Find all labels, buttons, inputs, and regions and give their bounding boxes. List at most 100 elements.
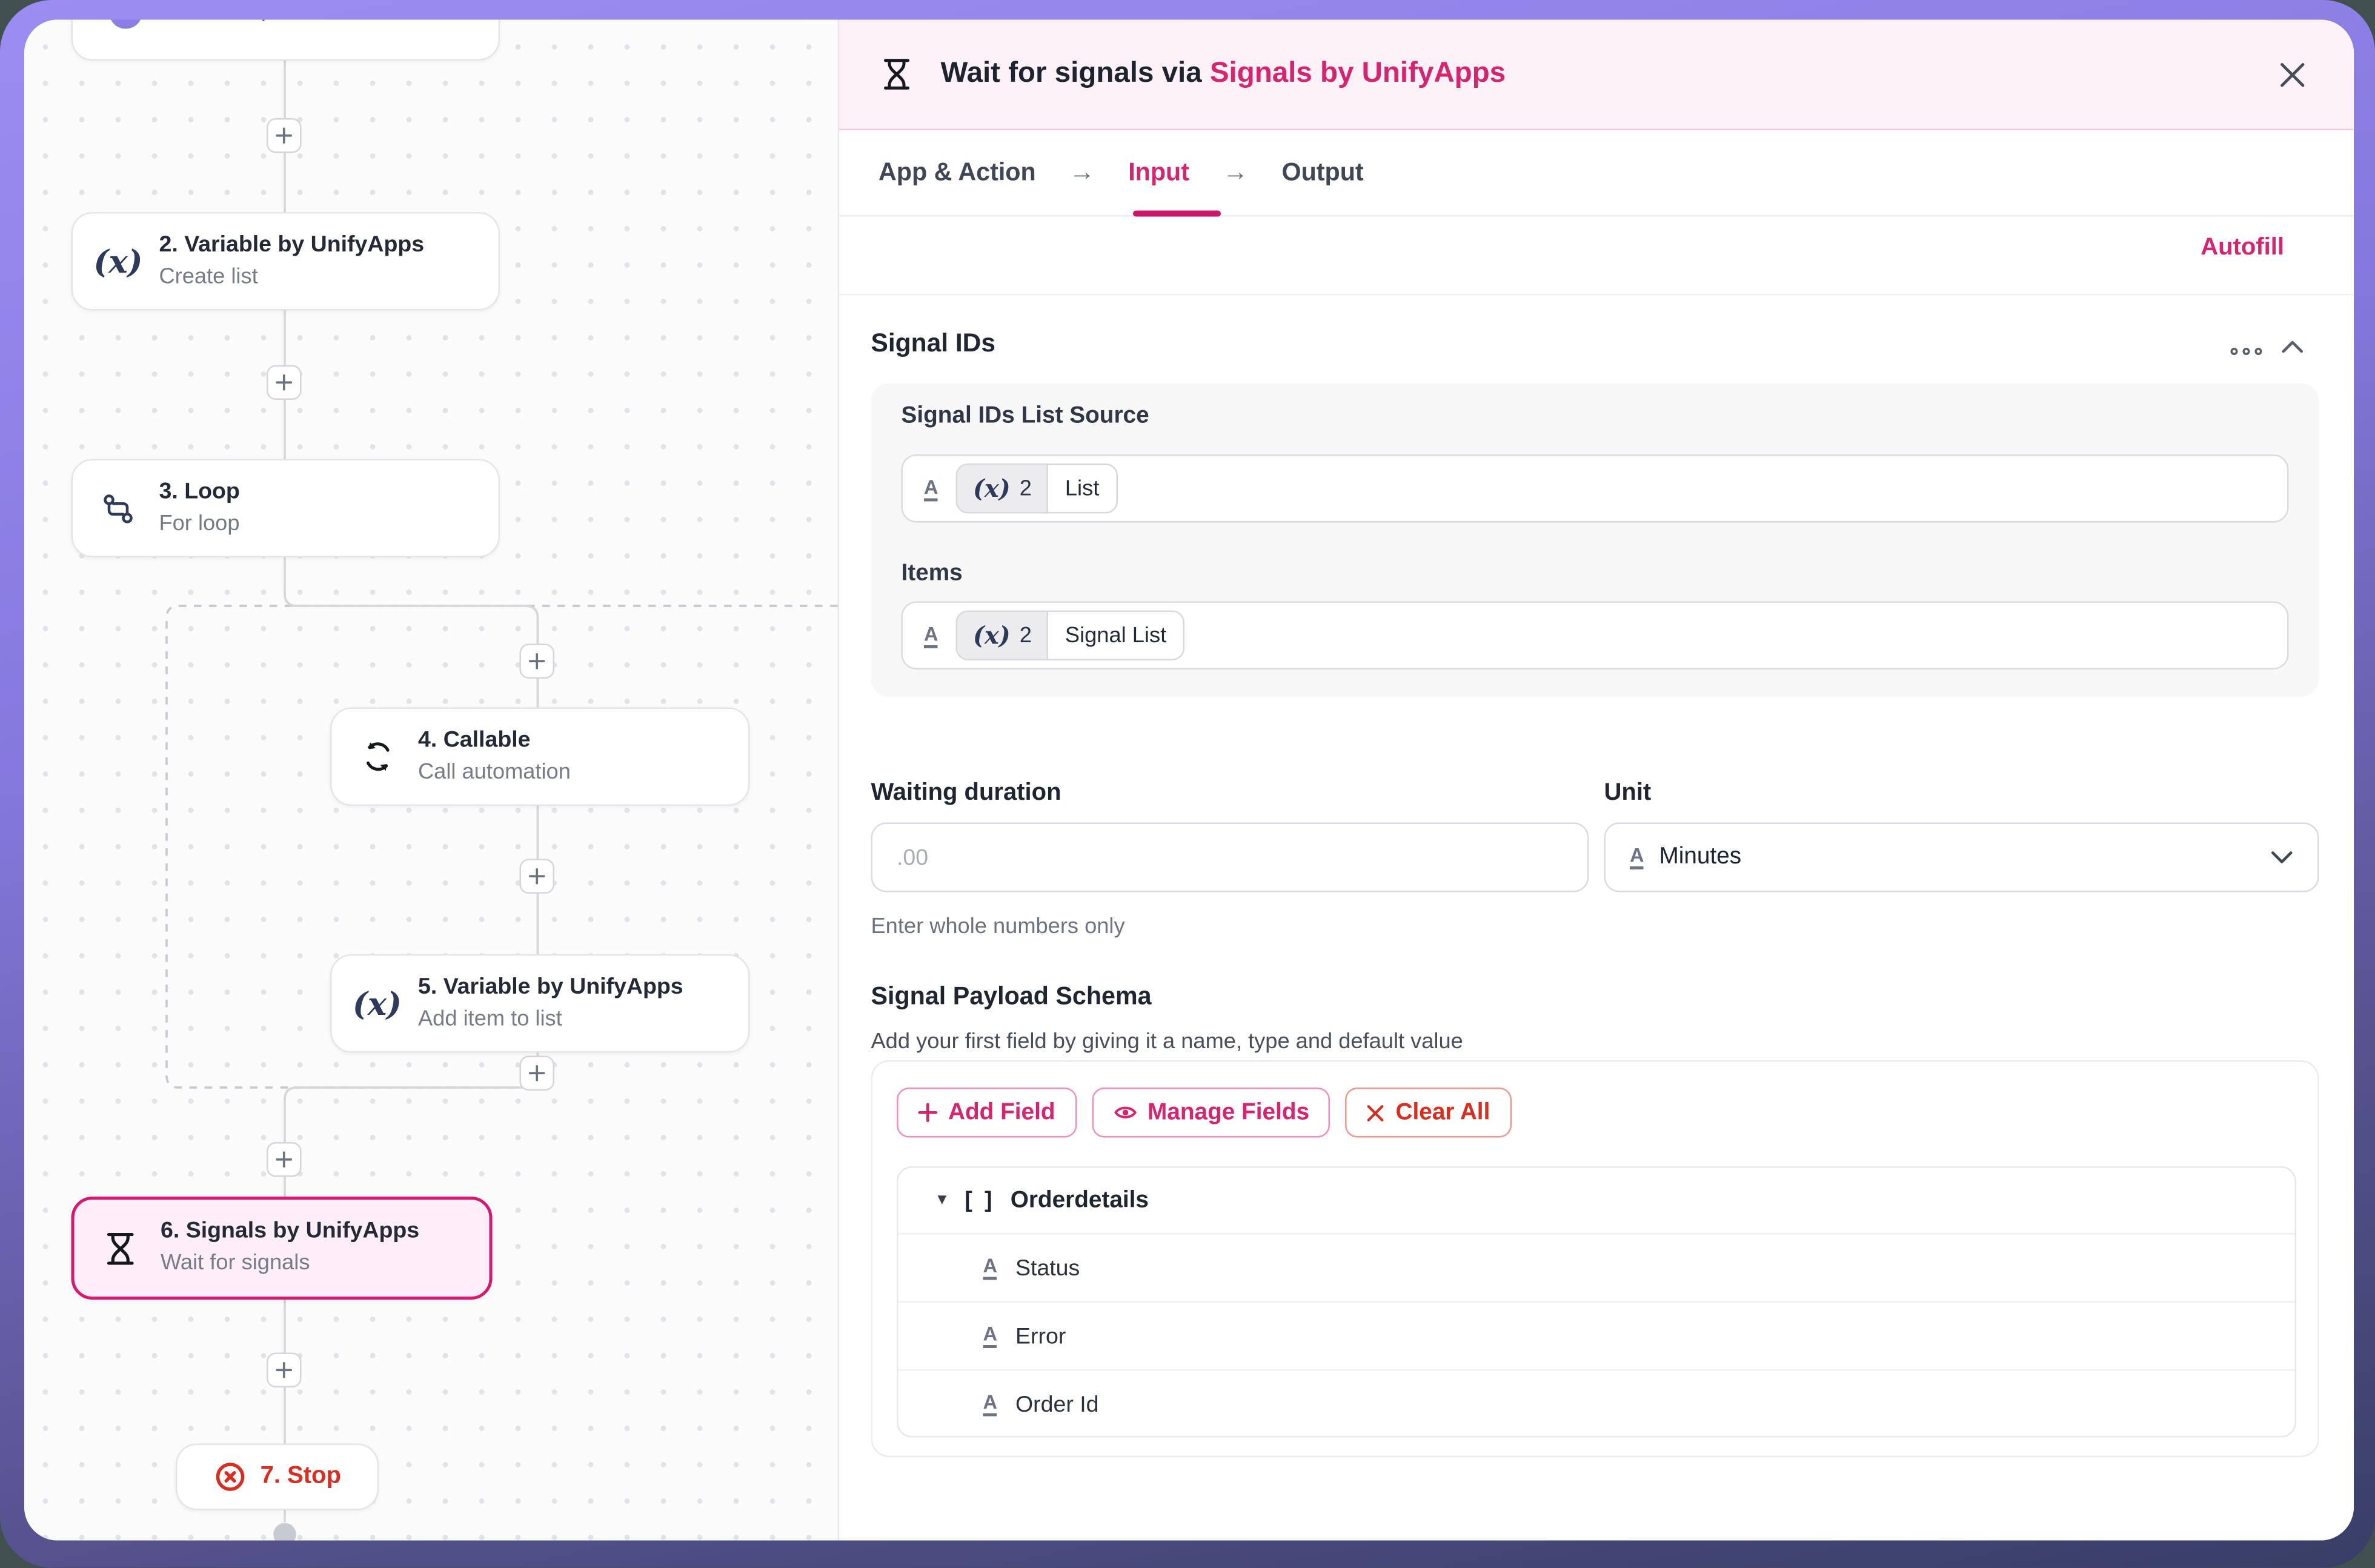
hourglass-icon	[879, 56, 915, 93]
node-title: 7. Stop	[261, 1462, 341, 1492]
add-step-button[interactable]	[520, 859, 555, 894]
tab-app-action[interactable]: App & Action	[879, 158, 1036, 187]
node-variable-create-list[interactable]: (x) 2. Variable by UnifyApps Create list	[71, 212, 500, 311]
clear-all-button[interactable]: Clear All	[1346, 1088, 1511, 1138]
node-trigger-new-or-updated-record[interactable]: New or updated record	[71, 20, 500, 61]
stop-icon	[213, 1460, 247, 1493]
more-options-icon[interactable]	[2230, 338, 2263, 365]
tab-input[interactable]: Input	[1128, 158, 1189, 187]
node-subtitle: Wait for signals	[161, 1251, 419, 1277]
hourglass-icon	[99, 1229, 141, 1267]
node-subtitle: Add item to list	[418, 1007, 683, 1033]
add-step-button[interactable]	[520, 644, 555, 679]
tree-root-label: Orderdetails	[1011, 1187, 1149, 1214]
tree-row[interactable]: A Status	[899, 1233, 2295, 1301]
node-signals-wait[interactable]: 6. Signals by UnifyApps Wait for signals	[71, 1197, 493, 1300]
tab-output[interactable]: Output	[1282, 158, 1364, 187]
variable-chip-list[interactable]: (x)2 List	[956, 463, 1117, 514]
variable-chip-signal-list[interactable]: (x) 2 Signal List	[956, 611, 1184, 661]
variable-icon: (x)	[973, 476, 1011, 500]
schema-container: Add Field Manage Fields Clear All	[871, 1060, 2319, 1457]
node-title: 3. Loop	[159, 479, 240, 507]
flow-end-dot	[273, 1523, 296, 1541]
node-subtitle: Create list	[159, 265, 425, 291]
items-field[interactable]: A (x) 2 Signal List	[902, 602, 2289, 670]
variable-icon: (x)	[356, 988, 399, 1020]
unit-label: Unit	[1604, 780, 1652, 808]
tree-row[interactable]: A Error	[899, 1301, 2295, 1370]
panel-header: Wait for signals via Signals by UnifyApp…	[839, 20, 2354, 131]
tree-leaf-label: Error	[1015, 1323, 1066, 1349]
text-type-icon: A	[983, 1324, 997, 1348]
unit-value: Minutes	[1659, 844, 1741, 871]
manage-fields-button[interactable]: Manage Fields	[1092, 1088, 1331, 1138]
panel-body: Autofill Signal IDs Signal IDs List Sour…	[839, 217, 2354, 1541]
text-type-icon: A	[924, 623, 938, 648]
panel-title: Wait for signals via Signals by UnifyApp…	[941, 58, 1506, 91]
schema-toolbar: Add Field Manage Fields Clear All	[897, 1088, 1511, 1138]
panel-tabs: App & Action → Input → Output	[839, 130, 2354, 217]
add-step-button[interactable]	[267, 365, 302, 400]
text-type-icon: A	[983, 1256, 997, 1280]
active-tab-underline	[1133, 211, 1221, 217]
tree-row-root[interactable]: ▼ [ ] Orderdetails	[899, 1168, 2295, 1234]
config-panel: Wait for signals via Signals by UnifyApp…	[838, 20, 2354, 1541]
chevron-down-icon	[2271, 850, 2294, 865]
plus-icon	[529, 1065, 546, 1082]
plus-icon	[529, 653, 546, 670]
node-stop[interactable]: 7. Stop	[176, 1444, 379, 1510]
schema-tree: ▼ [ ] Orderdetails A Status A Error	[897, 1166, 2296, 1438]
close-button[interactable]	[2269, 51, 2314, 97]
autofill-link[interactable]: Autofill	[2201, 235, 2284, 262]
chip-label: Signal List	[1048, 612, 1183, 659]
add-step-button[interactable]	[520, 1056, 555, 1091]
chip-step-number: 2	[1020, 623, 1032, 648]
node-loop[interactable]: 3. Loop For loop	[71, 459, 500, 558]
signal-ids-heading: Signal IDs	[871, 329, 995, 359]
plus-icon	[529, 868, 546, 885]
text-type-icon: A	[983, 1392, 997, 1417]
unit-select[interactable]: A Minutes	[1604, 823, 2319, 892]
schema-heading: Signal Payload Schema	[871, 983, 1152, 1012]
add-field-button[interactable]: Add Field	[897, 1088, 1077, 1138]
x-icon	[1367, 1103, 1385, 1121]
list-source-field[interactable]: A (x)2 List	[902, 454, 2289, 523]
close-icon	[2279, 61, 2305, 87]
plus-icon	[276, 374, 293, 391]
workflow-builder-screen: New or updated record (x) 2. Variable by…	[0, 0, 2375, 1568]
duration-helper-text: Enter whole numbers only	[871, 915, 1125, 939]
add-step-button[interactable]	[267, 1142, 302, 1177]
array-type-icon: [ ]	[965, 1188, 995, 1214]
caret-down-icon[interactable]: ▼	[935, 1192, 950, 1209]
plus-icon	[918, 1103, 938, 1123]
list-source-label: Signal IDs List Source	[902, 403, 1149, 430]
variable-icon: (x)	[973, 623, 1011, 648]
add-step-button[interactable]	[267, 1353, 302, 1388]
tree-leaf-label: Order Id	[1015, 1391, 1099, 1417]
node-title: 4. Callable	[418, 727, 571, 756]
tree-leaf-label: Status	[1015, 1255, 1080, 1281]
plus-icon	[276, 127, 293, 144]
tab-arrow-icon: →	[1223, 158, 1249, 188]
node-callable[interactable]: 4. Callable Call automation	[330, 708, 750, 806]
variable-icon: (x)	[97, 245, 139, 277]
window-content: New or updated record (x) 2. Variable by…	[24, 20, 2354, 1541]
node-subtitle: Call automation	[418, 760, 571, 786]
panel-title-app-name: Signals by UnifyApps	[1210, 58, 1506, 90]
window-frame: New or updated record (x) 2. Variable by…	[0, 0, 2375, 1568]
node-title: 2. Variable by UnifyApps	[159, 231, 425, 260]
workflow-canvas[interactable]: New or updated record (x) 2. Variable by…	[24, 20, 838, 1541]
add-step-button[interactable]	[267, 118, 302, 153]
chip-step-number: 2	[1020, 476, 1032, 500]
chip-step-ref: (x) 2	[958, 612, 1048, 659]
waiting-duration-label: Waiting duration	[871, 780, 1061, 808]
chevron-up-icon[interactable]	[2281, 335, 2304, 362]
tree-row[interactable]: A Order Id	[899, 1369, 2295, 1438]
plus-icon	[276, 1151, 293, 1168]
waiting-duration-input[interactable]	[871, 823, 1589, 892]
divider	[839, 294, 2354, 296]
node-variable-add-item[interactable]: (x) 5. Variable by UnifyApps Add item to…	[330, 954, 750, 1053]
chip-step-ref: (x) 2	[958, 465, 1048, 513]
plus-icon	[276, 1362, 293, 1379]
items-label: Items	[902, 560, 963, 588]
